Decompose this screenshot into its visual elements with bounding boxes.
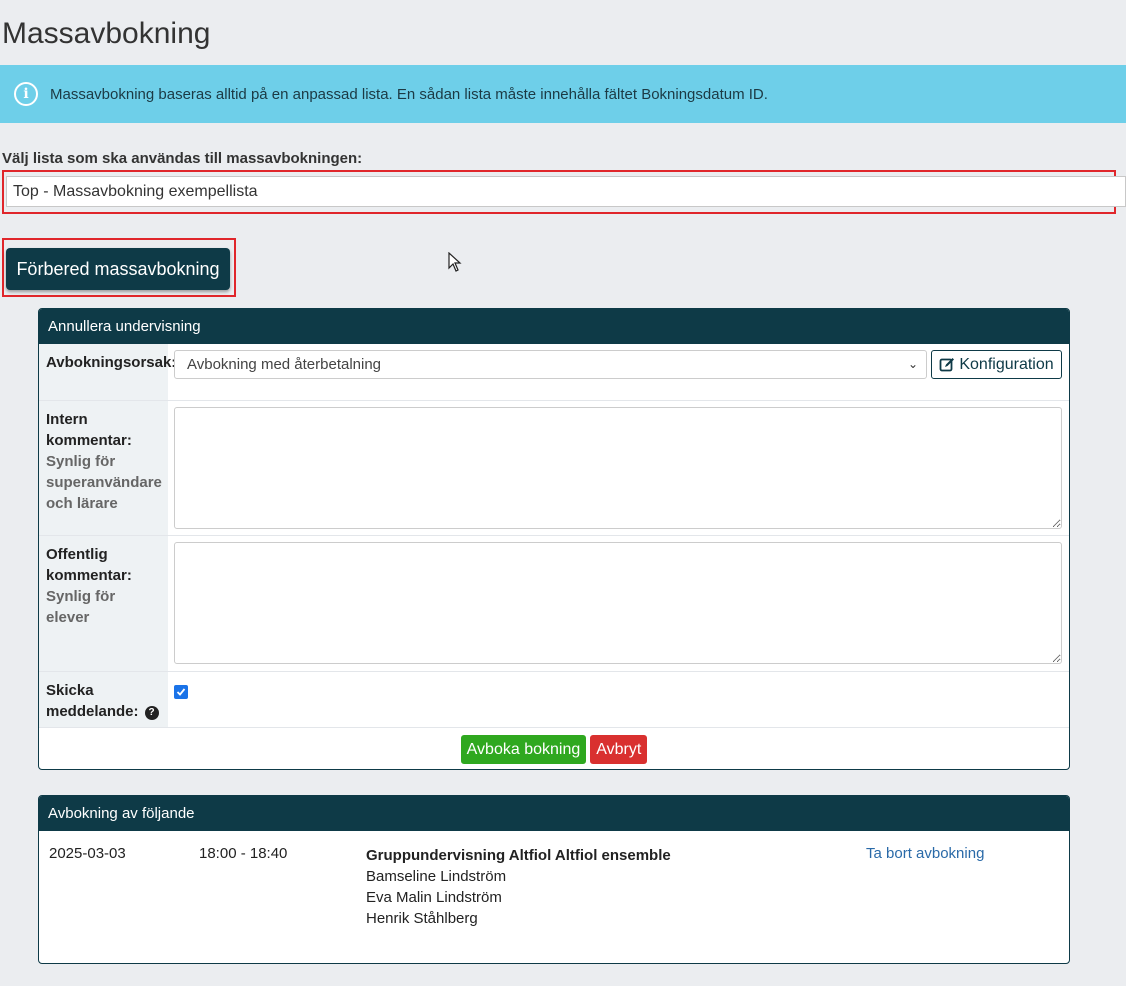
booking-description: Gruppundervisning Altfiol Altfiol ensemb…	[366, 845, 671, 929]
edit-icon	[939, 357, 955, 371]
internal-comment-textarea[interactable]	[174, 407, 1062, 529]
booking-date: 2025-03-03	[49, 845, 126, 862]
table-row: 2025-03-03 18:00 - 18:40 Gruppundervisni…	[39, 831, 1069, 951]
panel-title: Avbokning av följande	[39, 796, 1069, 831]
internal-comment-row: Intern kommentar: Synlig för superanvänd…	[39, 401, 1069, 536]
booking-time: 18:00 - 18:40	[199, 845, 288, 862]
info-icon: i	[14, 82, 38, 106]
mouse-cursor-icon	[448, 252, 462, 272]
notify-checkbox[interactable]	[174, 685, 188, 699]
notify-label: Skicka meddelande:	[46, 682, 139, 720]
cancel-teaching-panel: Annullera undervisning Avbokningsorsak: …	[38, 308, 1070, 770]
public-comment-row: Offentlig kommentar: Synlig för elever	[39, 536, 1069, 672]
course-name: Gruppundervisning Altfiol Altfiol ensemb…	[366, 847, 671, 864]
notify-row: Skicka meddelande:?	[39, 672, 1069, 728]
public-comment-hint: Synlig för elever	[46, 588, 116, 626]
public-comment-textarea[interactable]	[174, 542, 1062, 664]
prepare-mass-cancellation-button[interactable]: Förbered massavbokning	[6, 248, 230, 290]
cancellation-reason-value: Avbokning med återbetalning	[187, 356, 382, 373]
internal-comment-hint: Synlig för superanvändare och lärare	[46, 453, 162, 512]
list-select[interactable]: Top - Massavbokning exempellista	[6, 176, 1126, 207]
panel-title: Annullera undervisning	[39, 309, 1069, 344]
page-title: Massavbokning	[2, 17, 211, 50]
remove-cancellation-link[interactable]: Ta bort avbokning	[866, 845, 984, 862]
info-banner: i Massavbokning baseras alltid på en anp…	[0, 65, 1126, 123]
student-name: Bamseline Lindström	[366, 868, 507, 885]
public-comment-label: Offentlig kommentar:	[46, 546, 132, 584]
cancellation-reason-select[interactable]: Avbokning med återbetalning ⌄	[174, 350, 927, 379]
checkmark-icon	[176, 688, 186, 696]
bookings-list-panel: Avbokning av följande 2025-03-03 18:00 -…	[38, 795, 1070, 964]
chevron-down-icon: ⌄	[907, 357, 918, 371]
internal-comment-label: Intern kommentar:	[46, 411, 132, 449]
action-row: Avboka bokning Avbryt	[39, 728, 1069, 764]
student-name: Henrik Ståhlberg	[366, 910, 478, 927]
student-name: Eva Malin Lindström	[366, 889, 502, 906]
abort-button[interactable]: Avbryt	[590, 735, 648, 764]
configuration-button[interactable]: Konfiguration	[931, 350, 1062, 379]
reason-label: Avbokningsorsak:	[39, 344, 176, 400]
question-icon[interactable]: ?	[144, 705, 159, 720]
cancel-booking-button[interactable]: Avboka bokning	[460, 735, 587, 764]
configuration-label: Konfiguration	[959, 355, 1054, 373]
reason-row: Avbokningsorsak: Avbokning med återbetal…	[39, 344, 1069, 401]
info-message: Massavbokning baseras alltid på en anpas…	[50, 85, 768, 103]
list-select-label: Välj lista som ska användas till massavb…	[2, 150, 363, 167]
